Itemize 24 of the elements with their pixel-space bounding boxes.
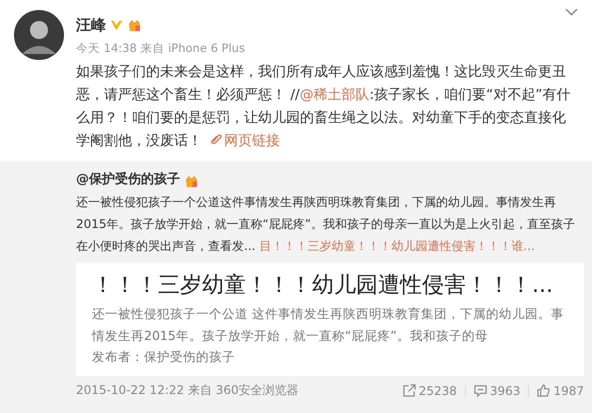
comment-icon — [474, 384, 487, 397]
like-button[interactable]: 1987 — [537, 384, 584, 398]
member-icon — [184, 175, 199, 188]
share-button[interactable]: 25238 — [402, 384, 457, 398]
link-card[interactable]: ！！！三岁幼童！！！幼儿园遭性侵害！！！... 还一被性侵犯孩子一个公道 这件事情发生再陕西明珠教育集团，下属的幼儿园。事情发生再2015年。孩子放学开始，就一直称“屁屁疼”。我和孩子的母 发布者：保护受伤的孩子 — [76, 263, 584, 376]
card-publisher: 发布者：保护受伤的孩子 — [92, 349, 236, 366]
repost-text: 还一被性侵犯孩子一个公道这件事情发生再陕西明珠教育集团，下属的幼儿园。事情发生再2015年。孩子放学开始，就一直称“屁屁疼”。我和孩子的母亲一直以为是上火引起，直至孩子在小便时疼的哭出声音，查看发... 目！！！三岁幼童！！！幼儿园遭性侵害！！！谁... — [76, 194, 576, 255]
card-title: ！！！三岁幼童！！！幼儿园遭性侵害！！！... — [92, 272, 554, 300]
author-name[interactable]: 汪峰 — [76, 10, 106, 35]
link-text[interactable]: 目！！！三岁幼童！！！幼儿园遭性侵害！！！谁... — [259, 239, 535, 253]
comment-button[interactable]: 3963 — [474, 384, 520, 398]
thumbs-up-icon — [537, 384, 550, 397]
chevron-down-icon[interactable] — [565, 8, 578, 17]
card-summary: 还一被性侵犯孩子一个公道 这件事情发生再陕西明珠教育集团，下属的幼儿园。事情发生再2015年。孩子放学开始，就一直称“屁屁疼”。我和孩子的母 — [92, 305, 565, 345]
avatar[interactable] — [14, 10, 64, 60]
repost-meta: 2015-10-22 12:22 来自 360安全浏览器 — [76, 382, 299, 399]
link-icon — [210, 133, 222, 145]
member-icon — [127, 19, 142, 32]
repost-author[interactable]: @保护受伤的孩子 — [76, 170, 180, 188]
share-icon — [402, 384, 416, 397]
post-meta: 今天 14:38 来自 iPhone 6 Plus — [76, 41, 246, 56]
mention-link[interactable]: @稀土部队 — [300, 87, 370, 103]
web-link[interactable]: 网页链接 — [210, 133, 280, 149]
post-text: 如果孩子们的未来会是这样，我们所有成年人应该感到羞愧！这比毁灭生命更丑恶，请严惩这个畜生！必须严惩！ //@稀土部队:孩子家长，咱们要“对不起”有什么用？！咱们要的是惩罚，让幼儿园的畜生绳之以法。对幼童下手的变态直接化学阉割他，没废话！ 网页链接 — [76, 63, 572, 151]
